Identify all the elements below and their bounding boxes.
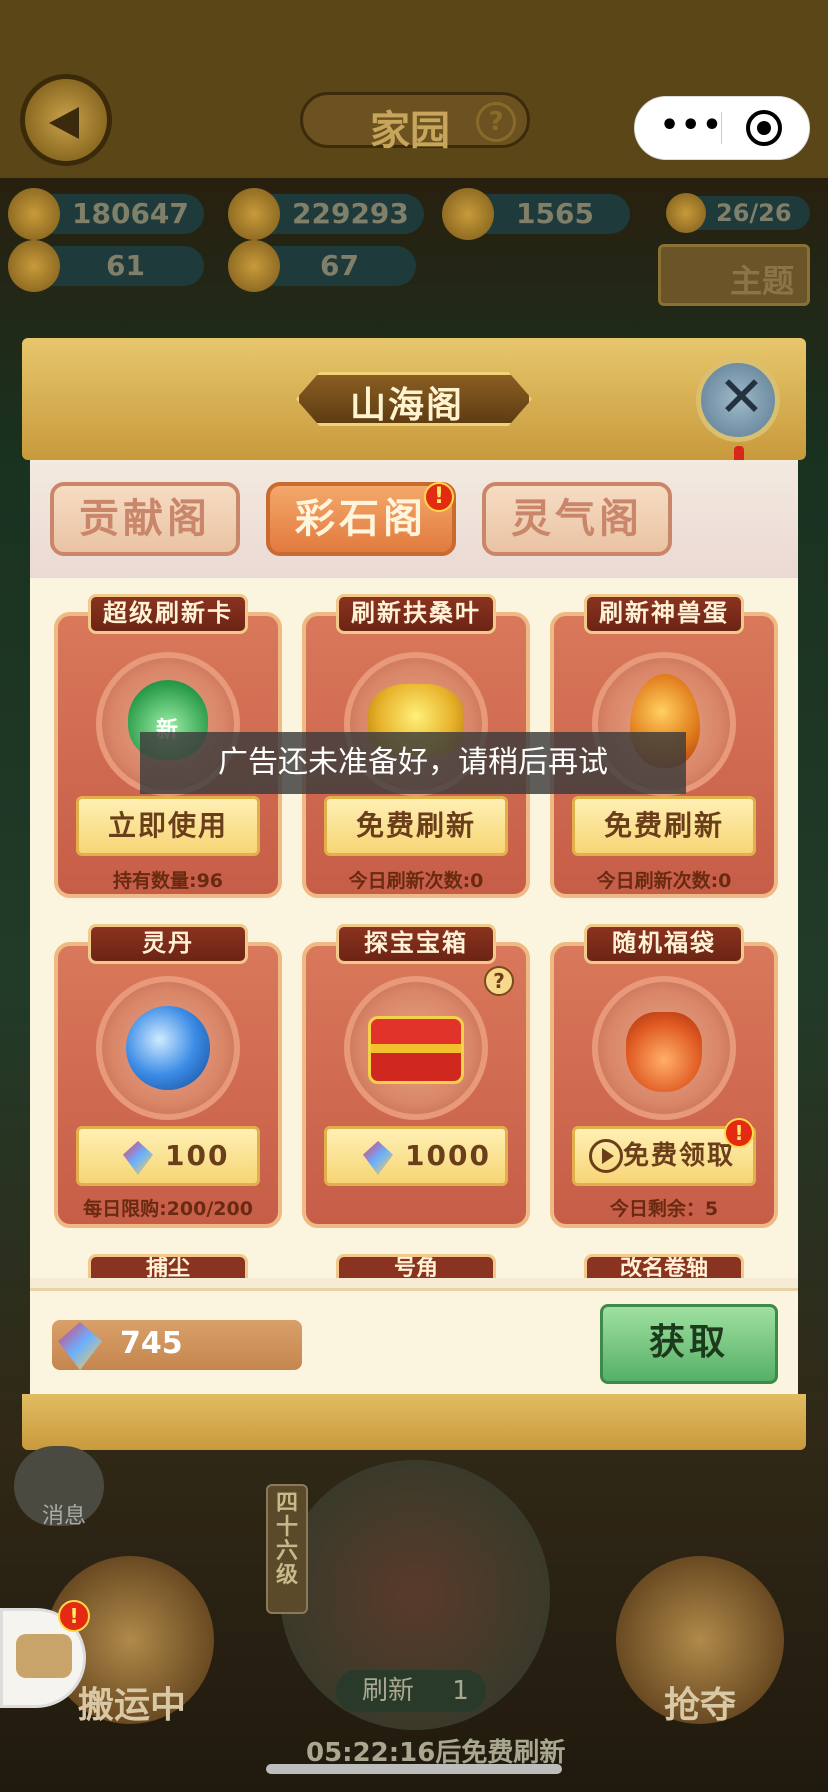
item-name: 超级刷新卡 (88, 594, 248, 634)
gold-beast-icon (228, 240, 280, 292)
help-icon[interactable]: ? (484, 966, 514, 996)
resource-pill: 180647 (8, 188, 204, 240)
price-label: 1000 (405, 1139, 491, 1172)
free-refresh-button[interactable]: 免费刷新 (324, 796, 508, 856)
transport-label: 搬运中 (78, 1685, 187, 1726)
resource-value: 1565 (516, 197, 594, 230)
spirit-orb-icon (126, 1006, 210, 1090)
page-title: 家园 (370, 108, 450, 154)
resource-pill: 67 (228, 240, 416, 292)
tab-spirit[interactable]: 灵气阁 (482, 482, 672, 556)
theme-button-label: 主题 (730, 262, 795, 300)
resource-value: 67 (320, 249, 359, 282)
plunder-label: 抢夺 (664, 1685, 737, 1726)
item-name: 刷新扶桑叶 (336, 594, 496, 634)
gold-flower-icon (228, 188, 280, 240)
item-name-partial: 捕尘 (88, 1254, 248, 1278)
close-miniprogram-icon[interactable] (746, 110, 782, 146)
refresh-label: 刷新 (362, 1676, 415, 1706)
buy-button[interactable]: 100 (76, 1126, 260, 1186)
free-refresh-button[interactable]: 免费刷新 (572, 796, 756, 856)
refresh-count: 1 (452, 1676, 469, 1706)
price-label: 100 (165, 1139, 230, 1172)
resource-pill: 229293 (228, 188, 424, 240)
resource-value: 26/26 (716, 199, 792, 227)
item-subtext: 每日限购:200/200 (83, 1198, 253, 1220)
resource-value: 229293 (292, 197, 409, 230)
item-subtext: 今日剩余：5 (609, 1198, 719, 1220)
alert-badge: ! (724, 1118, 754, 1148)
item-name: 随机福袋 (584, 924, 744, 964)
tab-contribution[interactable]: 贡献阁 (50, 482, 240, 556)
more-menu-icon[interactable]: ••• (660, 108, 724, 143)
colorstone-icon (363, 1141, 393, 1175)
play-video-icon (589, 1139, 623, 1173)
rabbit-icon (666, 193, 706, 233)
modal-bottom-border (22, 1394, 806, 1450)
gold-ingot-icon (8, 188, 60, 240)
close-icon: ✕ (718, 365, 765, 430)
balance-value: 745 (120, 1326, 183, 1361)
item-name: 探宝宝箱 (336, 924, 496, 964)
colorstone-icon (123, 1141, 153, 1175)
capsule-divider (721, 112, 722, 144)
help-icon[interactable]: ? (476, 102, 516, 142)
message-label: 消息 (42, 1504, 87, 1529)
item-subtext: 今日刷新次数:0 (348, 870, 484, 892)
level-tag-text: 四十六级 (276, 1491, 299, 1588)
buy-button[interactable]: 1000 (324, 1126, 508, 1186)
item-subtext: 今日刷新次数:0 (596, 870, 732, 892)
treasure-chest-icon (368, 1016, 464, 1084)
back-button[interactable] (20, 74, 112, 166)
tab-alert-badge: ! (424, 482, 454, 512)
home-indicator (266, 1764, 562, 1774)
modal-title: 山海阁 (350, 385, 465, 426)
item-name-partial: 号角 (336, 1254, 496, 1278)
resource-pill: 26/26 (666, 193, 810, 233)
item-name: 灵丹 (88, 924, 248, 964)
beast-head-icon (8, 240, 60, 292)
use-now-button[interactable]: 立即使用 (76, 796, 260, 856)
resource-value: 61 (106, 249, 145, 282)
free-claim-label: 免费领取 (622, 1141, 735, 1171)
level-tag: 四十六级 (266, 1484, 308, 1614)
get-button[interactable]: 获取 (600, 1304, 778, 1384)
item-subtext: 持有数量:96 (112, 870, 224, 892)
lucky-bag-icon (626, 1012, 702, 1092)
resource-pill: 1565 (442, 188, 630, 240)
gold-lump-icon (442, 188, 494, 240)
toast-message: 广告还未准备好，请稍后再试 (140, 732, 686, 794)
refresh-pill[interactable]: 刷新 1 (336, 1670, 486, 1712)
chat-alert-badge: ! (58, 1600, 90, 1632)
item-name: 刷新神兽蛋 (584, 594, 744, 634)
resource-pill: 61 (8, 240, 204, 292)
resource-value: 180647 (72, 197, 189, 230)
chat-icon (16, 1634, 72, 1678)
item-name-partial: 改名卷轴 (584, 1254, 744, 1278)
